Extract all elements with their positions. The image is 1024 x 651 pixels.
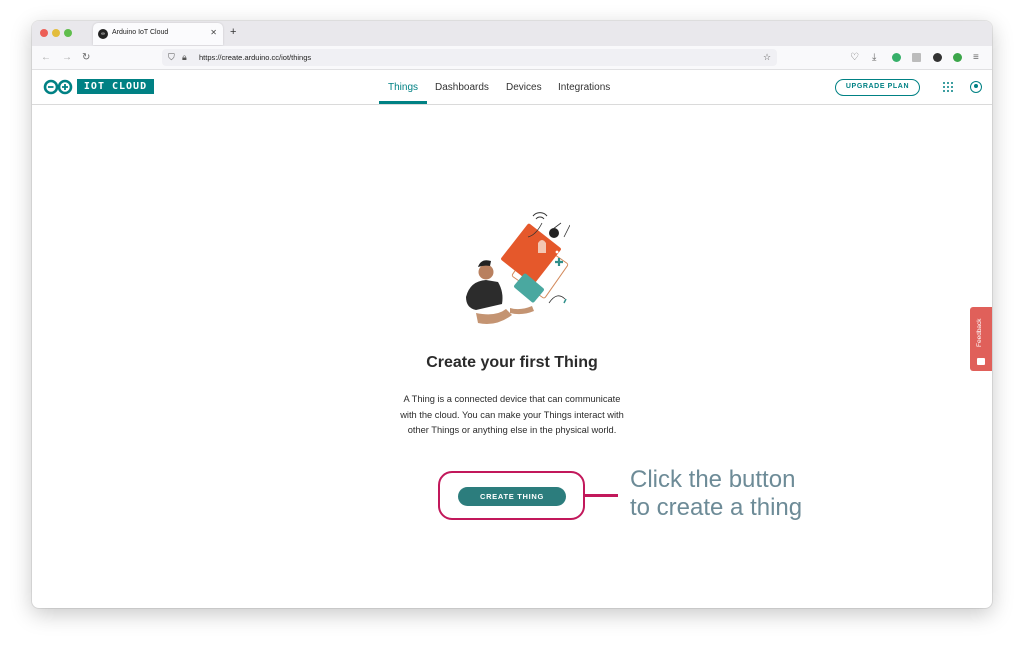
zoom-window-button[interactable] (64, 29, 72, 37)
create-thing-button[interactable]: CREATE THING (458, 487, 566, 506)
extension-green-icon[interactable] (892, 53, 901, 62)
iot-cloud-logo-text[interactable]: IOT CLOUD (77, 79, 154, 94)
forward-icon[interactable]: → (62, 52, 72, 64)
bookmark-star-icon[interactable]: ☆ (763, 52, 771, 63)
browser-toolbar: ← → ↻ ⛉ 🔒︎ https://create.arduino.cc/iot… (32, 46, 992, 70)
annotation-callout-text: Click the button to create a thing (630, 466, 802, 522)
download-icon[interactable]: ⤓ (872, 52, 876, 64)
annotation-line-1: Click the button (630, 466, 796, 493)
arduino-logo-icon[interactable] (43, 79, 73, 95)
tab-strip: ∞ Arduino IoT Cloud ✕ + (32, 21, 992, 46)
close-tab-icon[interactable]: ✕ (210, 28, 217, 37)
site-header: IOT CLOUD Things Dashboards Devices Inte… (32, 70, 992, 105)
browser-window: ∞ Arduino IoT Cloud ✕ + ← → ↻ ⛉ 🔒︎ https… (32, 21, 992, 608)
nav-integrations[interactable]: Integrations (558, 82, 610, 93)
minimize-window-button[interactable] (52, 29, 60, 37)
annotation-line-2: to create a thing (630, 494, 803, 521)
active-nav-indicator (379, 101, 427, 104)
browser-tab[interactable]: ∞ Arduino IoT Cloud ✕ (93, 23, 223, 45)
tab-title: Arduino IoT Cloud (112, 29, 169, 36)
feedback-label: Feedback (976, 318, 983, 347)
upgrade-plan-button[interactable]: UPGRADE PLAN (835, 79, 920, 96)
reader-icon[interactable] (912, 53, 921, 62)
nav-dashboards[interactable]: Dashboards (435, 82, 489, 93)
feedback-icon (977, 358, 985, 365)
pocket-icon[interactable]: ♡ (850, 52, 859, 64)
close-window-button[interactable] (40, 29, 48, 37)
menu-icon[interactable]: ≡ (973, 52, 979, 64)
extension-dark-icon[interactable] (933, 53, 942, 62)
page-title: Create your first Thing (426, 354, 598, 371)
url-text: https://create.arduino.cc/iot/things (199, 53, 312, 62)
reload-icon[interactable]: ↻ (82, 52, 90, 64)
shield-icon: ⛉ (168, 52, 175, 62)
page-description: A Thing is a connected device that can c… (400, 394, 624, 435)
person-with-devices-illustration (466, 212, 570, 324)
grid-apps-icon[interactable] (943, 82, 954, 93)
feedback-tab[interactable]: Feedback (970, 307, 992, 371)
nav-devices[interactable]: Devices (506, 82, 542, 93)
back-icon[interactable]: ← (41, 52, 51, 64)
account-icon[interactable] (970, 81, 982, 93)
new-tab-button[interactable]: + (230, 26, 236, 38)
lock-icon: 🔒︎ (182, 52, 187, 62)
annotation-connector-line (585, 494, 618, 497)
address-bar[interactable]: ⛉ 🔒︎ https://create.arduino.cc/iot/thing… (162, 49, 777, 66)
arduino-favicon-icon: ∞ (98, 29, 108, 39)
nav-things[interactable]: Things (388, 82, 418, 93)
evernote-icon[interactable] (953, 53, 962, 62)
